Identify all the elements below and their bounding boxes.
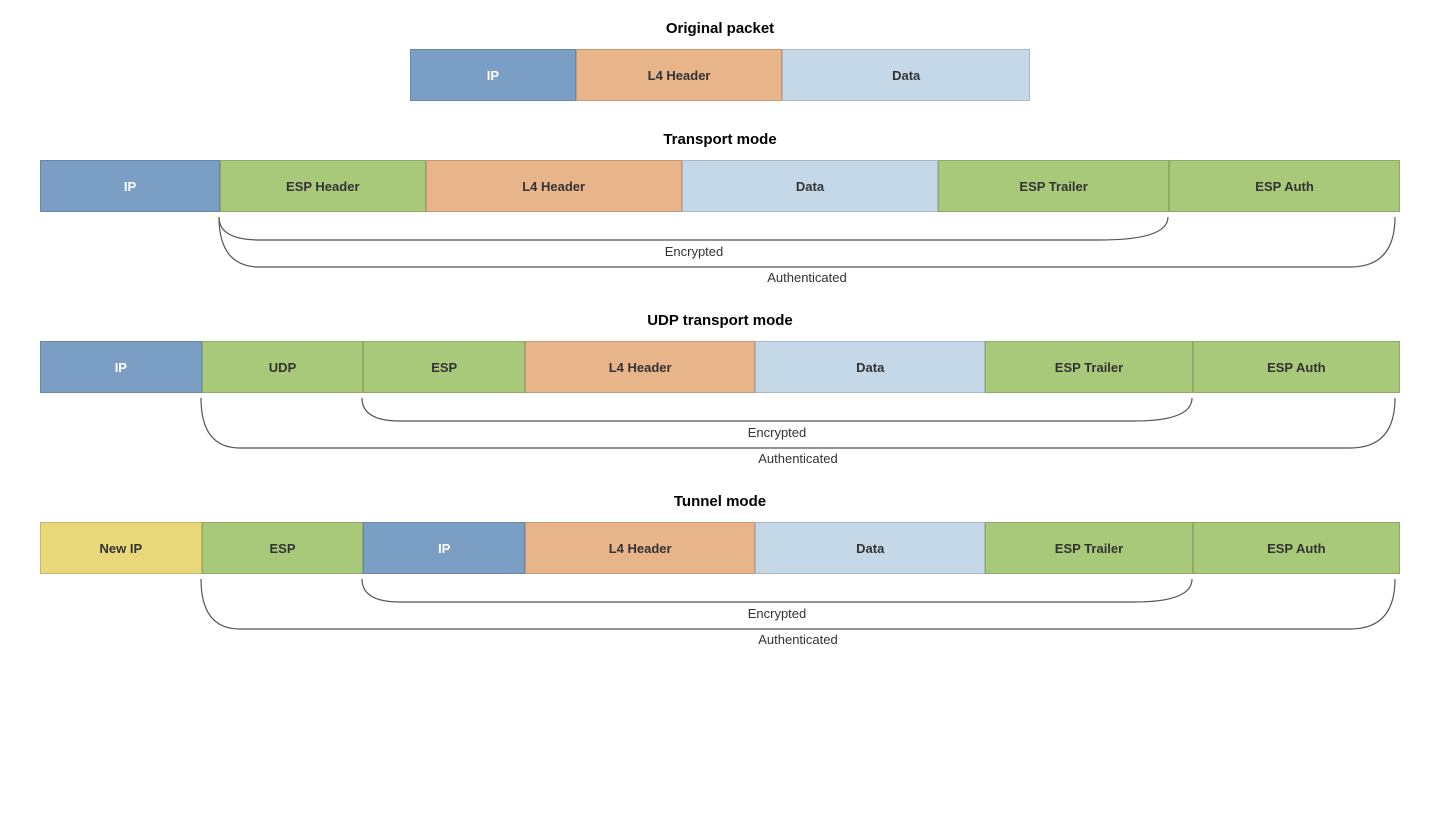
udp-transport-section: UDP transport mode IP UDP ESP L4 Header … [40,312,1400,463]
t-esp-header: ESP Header [220,160,425,212]
t-l4: L4 Header [426,160,682,212]
transport-title: Transport mode [40,131,1400,148]
t-ip: IP [40,160,220,212]
tn-esp: ESP [202,522,364,574]
udp-authenticated-label: Authenticated [758,451,838,466]
tunnel-encrypted-label: Encrypted [748,606,807,621]
tn-l4: L4 Header [525,522,755,574]
orig-ip: IP [410,49,576,101]
original-title: Original packet [40,20,1400,37]
orig-data: Data [782,49,1030,101]
udp-packet-row: IP UDP ESP L4 Header Data ESP Trailer ES… [40,341,1400,393]
tunnel-title: Tunnel mode [40,493,1400,510]
tn-ip: IP [363,522,525,574]
u-esp-auth: ESP Auth [1193,341,1400,393]
original-packet-row: IP L4 Header Data [410,49,1030,101]
udp-transport-title: UDP transport mode [40,312,1400,329]
u-esp: ESP [363,341,525,393]
udp-encrypted-label: Encrypted [748,425,807,440]
u-udp: UDP [202,341,364,393]
tn-data: Data [755,522,985,574]
tunnel-packet-row: New IP ESP IP L4 Header Data ESP Trailer… [40,522,1400,574]
u-l4: L4 Header [525,341,755,393]
udp-annotations: Encrypted Authenticated [40,393,1400,463]
tn-esp-trailer: ESP Trailer [985,522,1192,574]
tunnel-section: Tunnel mode New IP ESP IP L4 Header Data… [40,493,1400,644]
tunnel-annotations: Encrypted Authenticated [40,574,1400,644]
u-data: Data [755,341,985,393]
transport-section: Transport mode IP ESP Header L4 Header D… [40,131,1400,282]
transport-encrypted-label: Encrypted [665,244,724,259]
tn-newip: New IP [40,522,202,574]
transport-authenticated-label: Authenticated [767,270,847,285]
original-packet-wrapper: IP L4 Header Data [40,49,1400,101]
t-esp-auth: ESP Auth [1169,160,1400,212]
tunnel-authenticated-label: Authenticated [758,632,838,647]
transport-diagram: IP ESP Header L4 Header Data ESP Trailer… [40,160,1400,282]
u-ip: IP [40,341,202,393]
transport-packet-row: IP ESP Header L4 Header Data ESP Trailer… [40,160,1400,212]
u-esp-trailer: ESP Trailer [985,341,1192,393]
orig-l4: L4 Header [576,49,783,101]
tn-esp-auth: ESP Auth [1193,522,1400,574]
tunnel-diagram: New IP ESP IP L4 Header Data ESP Trailer… [40,522,1400,644]
transport-annotations: Encrypted Authenticated [40,212,1400,282]
t-data: Data [682,160,938,212]
t-esp-trailer: ESP Trailer [938,160,1169,212]
udp-transport-diagram: IP UDP ESP L4 Header Data ESP Trailer ES… [40,341,1400,463]
original-packet-section: Original packet IP L4 Header Data [40,20,1400,101]
